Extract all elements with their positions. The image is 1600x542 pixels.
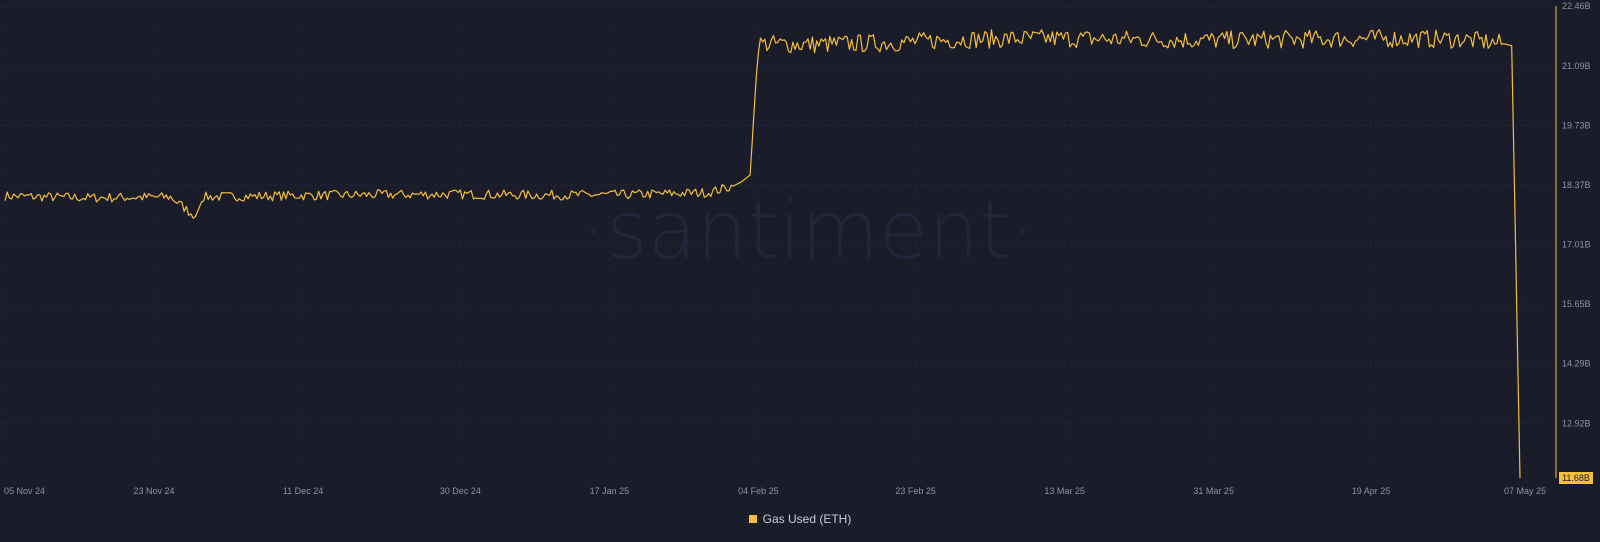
legend-series-name: Gas Used (ETH) [762,512,852,526]
y-tick-label: 15.65B [1562,299,1591,309]
x-tick-label: 11 Dec 24 [283,486,323,496]
y-tick-label: 18.37B [1562,180,1591,190]
latest-value-badge: 11.68B [1559,472,1593,484]
y-tick-label: 21.09B [1562,61,1591,71]
y-tick-label: 17.01B [1562,240,1591,250]
x-tick-label: 31 Mar 25 [1193,486,1234,496]
legend: Gas Used (ETH) [0,512,1600,526]
x-tick-label: 17 Jan 25 [590,486,630,496]
y-tick-label: 19.73B [1562,121,1591,131]
x-tick-label: 04 Feb 25 [738,486,779,496]
x-tick-label: 30 Dec 24 [440,486,481,496]
x-axis-ticks: 05 Nov 24 23 Nov 24 11 Dec 24 30 Dec 24 17 J… [4,486,1546,496]
legend-swatch [748,515,757,523]
x-tick-label: 23 Feb 25 [895,486,936,496]
x-tick-label: 07 May 25 [1504,486,1546,496]
x-tick-label: 23 Nov 24 [134,486,175,496]
y-tick-label: 12.92B [1562,419,1591,429]
watermark: ·santiment· [580,184,1035,277]
x-tick-label: 19 Apr 25 [1352,486,1391,496]
y-tick-label: 14.29B [1562,359,1591,369]
x-tick-label: 13 Mar 25 [1044,486,1085,496]
chart-area: ·santiment· 22.46B 21.09B 19.73B 18.37B 17.0… [0,1,1593,496]
y-axis-ticks: 22.46B 21.09B 19.73B 18.37B 17.01B 15.65B 14.2… [1562,1,1591,429]
x-tick-label: 05 Nov 24 [4,486,45,496]
y-tick-label: 22.46B [1562,1,1591,11]
latest-value-label: 11.68B [1562,473,1590,483]
